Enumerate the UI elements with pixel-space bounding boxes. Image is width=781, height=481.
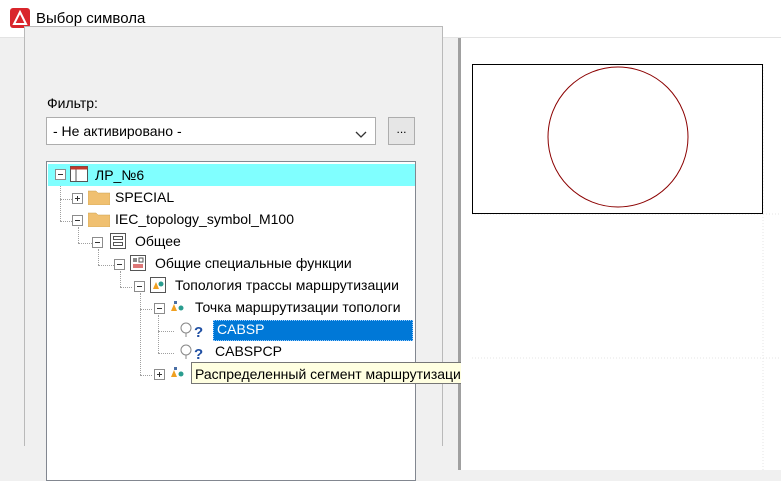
tree-item-label: Точка маршрутизации топологи xyxy=(195,299,401,315)
function-group-icon xyxy=(130,255,146,274)
collapse-icon[interactable] xyxy=(55,169,66,180)
tree-item[interactable]: Общие специальные функции xyxy=(47,252,415,274)
app-logo-icon xyxy=(10,8,30,28)
routing-point-icon xyxy=(170,299,186,318)
filter-dropdown[interactable]: - Не активировано - xyxy=(46,117,376,145)
tree-item-label: Общее xyxy=(135,233,181,249)
tree-root-label: ЛР_№6 xyxy=(95,167,145,183)
unknown-symbol-icon: ? xyxy=(176,343,208,364)
folder-icon xyxy=(87,211,111,230)
folder-icon xyxy=(87,189,111,208)
chevron-down-icon xyxy=(355,126,367,142)
symbol-preview-box xyxy=(472,64,763,214)
unknown-symbol-icon: ? xyxy=(176,321,208,342)
tree-item[interactable]: Общее xyxy=(47,230,415,252)
window-title: Выбор символа xyxy=(36,10,146,27)
collapse-icon[interactable] xyxy=(154,303,165,314)
collapse-icon[interactable] xyxy=(72,215,83,226)
tree-item-label: IEC_topology_symbol_M100 xyxy=(115,211,294,227)
tree-item-label: Общие специальные функции xyxy=(155,255,352,271)
tree-item-label: SPECIAL xyxy=(115,189,175,205)
tree-item-label: CABSP xyxy=(217,321,265,337)
symbol-preview-circle xyxy=(547,66,689,208)
filter-browse-button[interactable]: ... xyxy=(388,117,415,145)
topology-icon xyxy=(150,277,166,296)
tree-item[interactable]: IEC_topology_symbol_M100 xyxy=(47,208,415,230)
tree-item-label: CABSPCP xyxy=(215,343,282,359)
collapse-icon[interactable] xyxy=(92,237,103,248)
tree-item[interactable]: SPECIAL xyxy=(47,186,415,208)
tree-root-item[interactable]: ЛР_№6 xyxy=(48,164,415,186)
filter-selected-value: - Не активировано - xyxy=(53,123,182,139)
routing-segment-icon xyxy=(170,365,186,384)
collapse-icon[interactable] xyxy=(114,259,125,270)
tree-item[interactable]: Топология трассы маршрутизации xyxy=(47,274,415,296)
svg-text:?: ? xyxy=(194,324,203,339)
tree-item[interactable]: Точка маршрутизации топологи xyxy=(47,296,415,318)
category-icon xyxy=(110,233,126,252)
expand-icon[interactable] xyxy=(72,193,83,204)
symbol-tree[interactable]: ЛР_№6 SPECIAL IEC_topology_symbol_M100 О… xyxy=(46,161,416,481)
project-icon xyxy=(70,166,88,185)
tree-item[interactable]: ? CABSPCP xyxy=(47,340,415,364)
svg-text:?: ? xyxy=(194,346,203,361)
collapse-icon[interactable] xyxy=(134,281,145,292)
expand-icon[interactable] xyxy=(154,369,165,380)
tree-item-label: Топология трассы маршрутизации xyxy=(175,277,399,293)
filter-label: Фильтр: xyxy=(47,95,98,111)
tree-item-selected[interactable]: ? CABSP xyxy=(47,318,415,342)
